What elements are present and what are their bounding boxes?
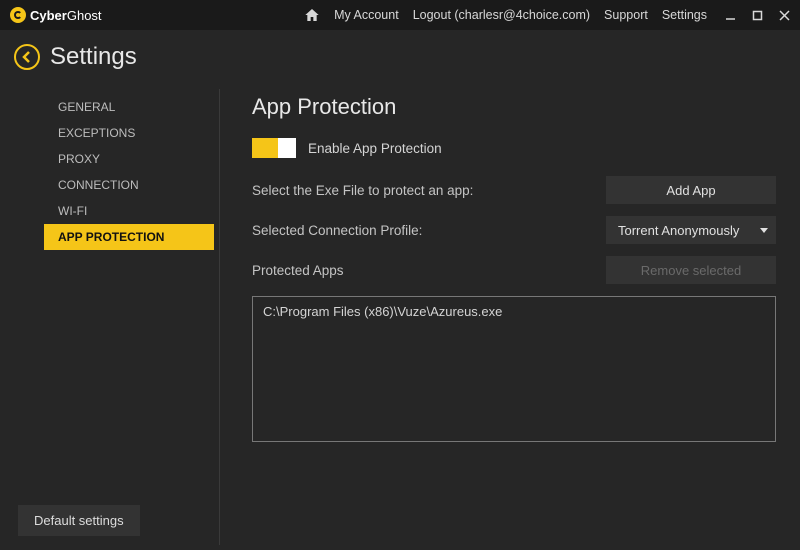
back-button[interactable] (14, 44, 40, 70)
content: App Protection Enable App Protection Sel… (220, 84, 800, 550)
maximize-button[interactable] (752, 10, 763, 21)
enable-app-protection-toggle[interactable] (252, 138, 296, 158)
cyberghost-icon (10, 7, 26, 23)
settings-link[interactable]: Settings (662, 8, 707, 22)
profile-dropdown-value: Torrent Anonymously (618, 223, 739, 238)
window-controls (725, 10, 790, 21)
chevron-down-icon (760, 226, 768, 234)
logout-link[interactable]: Logout (charlesr@4choice.com) (413, 8, 590, 22)
sidebar-item-general[interactable]: GENERAL (0, 94, 220, 120)
brand-prefix: Cyber (30, 8, 67, 23)
home-icon[interactable] (304, 7, 320, 23)
titlebar: CyberGhost My Account Logout (charlesr@4… (0, 0, 800, 30)
remove-selected-button[interactable]: Remove selected (606, 256, 776, 284)
protected-apps-label: Protected Apps (252, 263, 594, 278)
sidebar-item-wifi[interactable]: WI-FI (0, 198, 220, 224)
protected-apps-row: Protected Apps Remove selected (252, 256, 776, 284)
support-link[interactable]: Support (604, 8, 648, 22)
section-title: App Protection (252, 94, 776, 120)
list-item[interactable]: C:\Program Files (x86)\Vuze\Azureus.exe (263, 303, 765, 320)
page-title: Settings (50, 43, 137, 71)
close-button[interactable] (779, 10, 790, 21)
default-settings-button[interactable]: Default settings (18, 505, 140, 536)
sidebar-item-app-protection[interactable]: APP PROTECTION (44, 224, 214, 250)
enable-toggle-row: Enable App Protection (252, 138, 776, 158)
enable-toggle-label: Enable App Protection (308, 141, 442, 156)
sidebar-item-proxy[interactable]: PROXY (0, 146, 220, 172)
my-account-link[interactable]: My Account (334, 8, 399, 22)
select-file-row: Select the Exe File to protect an app: A… (252, 176, 776, 204)
minimize-button[interactable] (725, 10, 736, 21)
brand-suffix: Ghost (67, 8, 102, 23)
topbar-links: My Account Logout (charlesr@4choice.com)… (304, 7, 707, 23)
protected-apps-list[interactable]: C:\Program Files (x86)\Vuze\Azureus.exe (252, 296, 776, 442)
select-file-label: Select the Exe File to protect an app: (252, 183, 594, 198)
sidebar: GENERAL EXCEPTIONS PROXY CONNECTION WI-F… (0, 84, 220, 550)
brand-logo: CyberGhost (10, 7, 102, 23)
page-header: Settings (0, 30, 800, 84)
sidebar-item-exceptions[interactable]: EXCEPTIONS (0, 120, 220, 146)
main: GENERAL EXCEPTIONS PROXY CONNECTION WI-F… (0, 84, 800, 550)
brand-text: CyberGhost (30, 8, 102, 23)
profile-row: Selected Connection Profile: Torrent Ano… (252, 216, 776, 244)
add-app-button[interactable]: Add App (606, 176, 776, 204)
profile-dropdown[interactable]: Torrent Anonymously (606, 216, 776, 244)
sidebar-item-connection[interactable]: CONNECTION (0, 172, 220, 198)
profile-label: Selected Connection Profile: (252, 223, 594, 238)
toggle-knob (278, 138, 296, 158)
